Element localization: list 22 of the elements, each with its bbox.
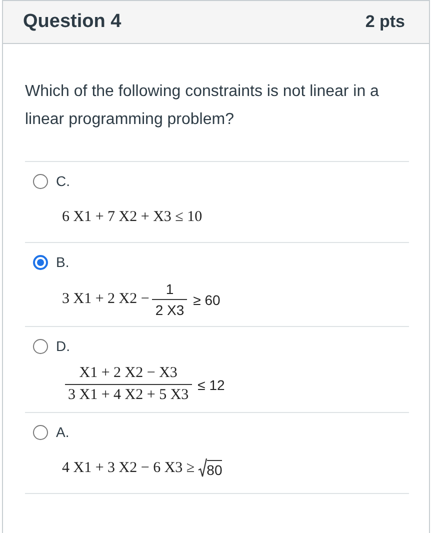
math-expression: 3 X1 + 2 X2 − [62,291,150,308]
question-title: Question 4 [23,11,122,33]
math-relation: ≤ 12 [198,376,225,392]
question-text: Which of the following constraints is not linear in a linear programming problem? [25,82,380,130]
radical-sign-icon [198,458,207,478]
math-relation: ≥ 60 [193,292,220,308]
answer-option[interactable]: C. [33,162,70,200]
fraction-denominator: 3 X1 + 4 X2 + 5 X3 [67,386,190,404]
radio-button[interactable] [33,424,48,440]
radio-button[interactable] [33,174,48,188]
fraction-numerator: 1 [152,281,188,300]
answer-option[interactable]: B. [33,243,70,281]
math-expression: 4 X1 + 3 X2 − 6 X3 ≥ [62,460,195,476]
radio-button[interactable] [33,338,48,354]
answer-option[interactable]: D. [33,327,70,365]
math-expression: 6 X1 + 7 X2 + X3 ≤ 10 [62,208,202,226]
radio-button[interactable] [33,254,48,270]
answer-option[interactable]: A. [33,413,70,451]
fraction-denominator: 2 X3 [154,301,186,318]
points-label: 2 pts [365,12,405,32]
radicand: 80 [206,460,222,478]
fraction-numerator: X1 + 2 X2 − X3 [65,365,192,385]
